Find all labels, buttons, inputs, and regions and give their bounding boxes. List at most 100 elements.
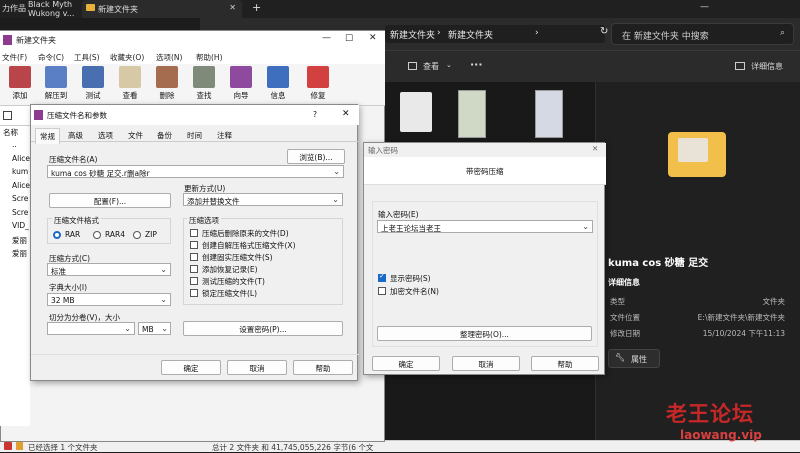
method-select[interactable]: 标准 ⌄ <box>47 263 171 276</box>
menu-commands[interactable]: 命令(C) <box>38 52 64 63</box>
menu-options[interactable]: 选项(N) <box>156 52 182 63</box>
menu-favorites[interactable]: 收藏夹(O) <box>110 52 144 63</box>
format-rar4-radio[interactable] <box>93 231 101 239</box>
info-icon <box>267 66 289 88</box>
maximize-icon[interactable]: ☐ <box>345 34 353 44</box>
help-button[interactable]: 帮助 <box>531 356 599 371</box>
browse-button[interactable]: 浏览(B)... <box>287 149 345 164</box>
up-folder-icon[interactable] <box>3 111 12 120</box>
binoculars-icon <box>193 66 215 88</box>
close-icon[interactable]: ✕ <box>592 144 598 153</box>
close-icon[interactable]: ✕ <box>369 33 377 43</box>
add-button[interactable]: 添加 <box>2 64 38 106</box>
chevron-right-icon[interactable]: › <box>535 28 539 38</box>
image-thumbnail[interactable] <box>458 90 486 138</box>
repair-button[interactable]: 修复 <box>300 64 336 106</box>
menu-help[interactable]: 帮助(H) <box>196 52 223 63</box>
details-button[interactable]: 详细信息 <box>751 61 783 72</box>
close-icon[interactable]: ✕ <box>229 3 236 12</box>
tab-backup[interactable]: 备份 <box>157 130 172 141</box>
tab-time[interactable]: 时间 <box>187 130 202 141</box>
properties-button[interactable]: 🔧︎ 属性 <box>608 349 660 368</box>
status-summary: 总计 2 文件夹 和 41,745,055,226 字节(6 个文 <box>212 443 374 452</box>
refresh-icon[interactable]: ↻ <box>600 26 608 37</box>
test-button[interactable]: 测试 <box>75 64 111 106</box>
delete-label: 删除 <box>159 91 175 100</box>
option-checkbox[interactable] <box>190 289 198 297</box>
checkmark-icon: ✓ <box>379 272 385 280</box>
list-item[interactable]: Alice <box>3 154 31 166</box>
delete-icon <box>156 66 178 88</box>
list-item[interactable]: .. <box>3 140 31 152</box>
option-checkbox[interactable] <box>190 277 198 285</box>
tab-files[interactable]: 文件 <box>128 130 143 141</box>
wizard-button[interactable]: 向导 <box>223 64 259 106</box>
search-input[interactable]: 在 新建文件夹 中搜索 ⌕ <box>611 23 794 45</box>
breadcrumb-item[interactable]: 新建文件夹 <box>390 28 435 41</box>
breadcrumb[interactable]: 新建文件夹 › 新建文件夹 › <box>385 25 605 43</box>
chevron-down-icon: ⌄ <box>446 61 452 69</box>
image-thumbnail[interactable] <box>535 90 563 138</box>
update-mode-select[interactable]: 添加并替换文件 ⌄ <box>183 193 343 206</box>
file-thumbnail[interactable] <box>400 92 432 132</box>
password-input[interactable]: 上老王论坛当老王 ⌄ <box>377 220 593 233</box>
dictionary-label: 字典大小(I) <box>49 283 88 292</box>
chevron-down-icon: ⌄ <box>160 265 167 274</box>
format-rar-radio[interactable] <box>53 231 61 239</box>
ok-button[interactable]: 确定 <box>161 360 221 375</box>
profiles-button[interactable]: 配置(F)... <box>49 193 171 208</box>
dictionary-select[interactable]: 32 MB ⌄ <box>47 293 171 306</box>
split-size-input[interactable]: ⌄ <box>47 322 135 335</box>
show-password-label: 显示密码(S) <box>390 274 431 283</box>
set-password-button[interactable]: 设置密码(P)... <box>183 321 343 336</box>
extract-to-button[interactable]: 解压到 <box>38 64 74 106</box>
delete-button[interactable]: 删除 <box>149 64 185 106</box>
properties-label: 属性 <box>631 355 647 364</box>
find-button[interactable]: 查找 <box>186 64 222 106</box>
split-unit-select[interactable]: MB ⌄ <box>138 322 171 335</box>
ok-button[interactable]: 确定 <box>372 356 440 371</box>
new-tab-button[interactable]: + <box>252 1 261 14</box>
list-item[interactable]: Scre <box>3 194 31 206</box>
format-zip-radio[interactable] <box>133 231 141 239</box>
tab-advanced[interactable]: 高级 <box>68 130 83 141</box>
archive-name-input[interactable]: kuma cos 砂糖 足交.r删a除r ⌄ <box>47 165 344 178</box>
extract-label: 解压到 <box>44 91 68 100</box>
option-checkbox[interactable] <box>190 265 198 273</box>
breadcrumb-item[interactable]: 新建文件夹 <box>448 28 493 41</box>
option-checkbox[interactable] <box>190 241 198 249</box>
password-label: 输入密码(E) <box>378 210 419 219</box>
list-item[interactable]: Alice <box>3 181 31 193</box>
explorer-tab[interactable]: 新建文件夹 ✕ <box>82 0 242 18</box>
list-item[interactable]: VID_ <box>3 221 31 233</box>
organize-passwords-button[interactable]: 整理密码(O)... <box>377 326 592 341</box>
view-button[interactable]: 查看 <box>112 64 148 106</box>
details-header: 详细信息 <box>608 278 640 287</box>
list-item[interactable]: Scre <box>3 208 31 220</box>
list-item[interactable]: 爱丽 <box>3 235 31 247</box>
view-button[interactable]: 查看 <box>423 61 439 72</box>
test-label: 测试 <box>85 91 101 100</box>
cancel-button[interactable]: 取消 <box>452 356 520 371</box>
tab-options[interactable]: 选项 <box>98 130 113 141</box>
option-checkbox[interactable] <box>190 253 198 261</box>
menu-tools[interactable]: 工具(S) <box>74 52 100 63</box>
find-label: 查找 <box>196 91 212 100</box>
tab-comment[interactable]: 注释 <box>217 130 232 141</box>
help-button[interactable]: 帮助 <box>293 360 353 375</box>
tab-general[interactable]: 常规 <box>35 128 60 144</box>
list-item[interactable]: kum <box>3 167 31 179</box>
info-button[interactable]: 信息 <box>260 64 296 106</box>
column-header-name[interactable]: 名称 <box>3 127 31 139</box>
option-checkbox[interactable] <box>190 229 198 237</box>
cancel-button[interactable]: 取消 <box>227 360 287 375</box>
help-icon[interactable]: ? <box>313 110 317 119</box>
minimize-icon[interactable]: — <box>700 2 709 12</box>
list-item[interactable]: 爱丽 <box>3 248 31 260</box>
close-icon[interactable]: ✕ <box>342 109 350 119</box>
menu-file[interactable]: 文件(F) <box>2 52 27 63</box>
watermark-text: 老王论坛 <box>666 402 754 426</box>
minimize-icon[interactable]: — <box>322 33 331 43</box>
more-button[interactable]: ··· <box>470 58 483 71</box>
encrypt-names-checkbox[interactable] <box>378 287 386 295</box>
